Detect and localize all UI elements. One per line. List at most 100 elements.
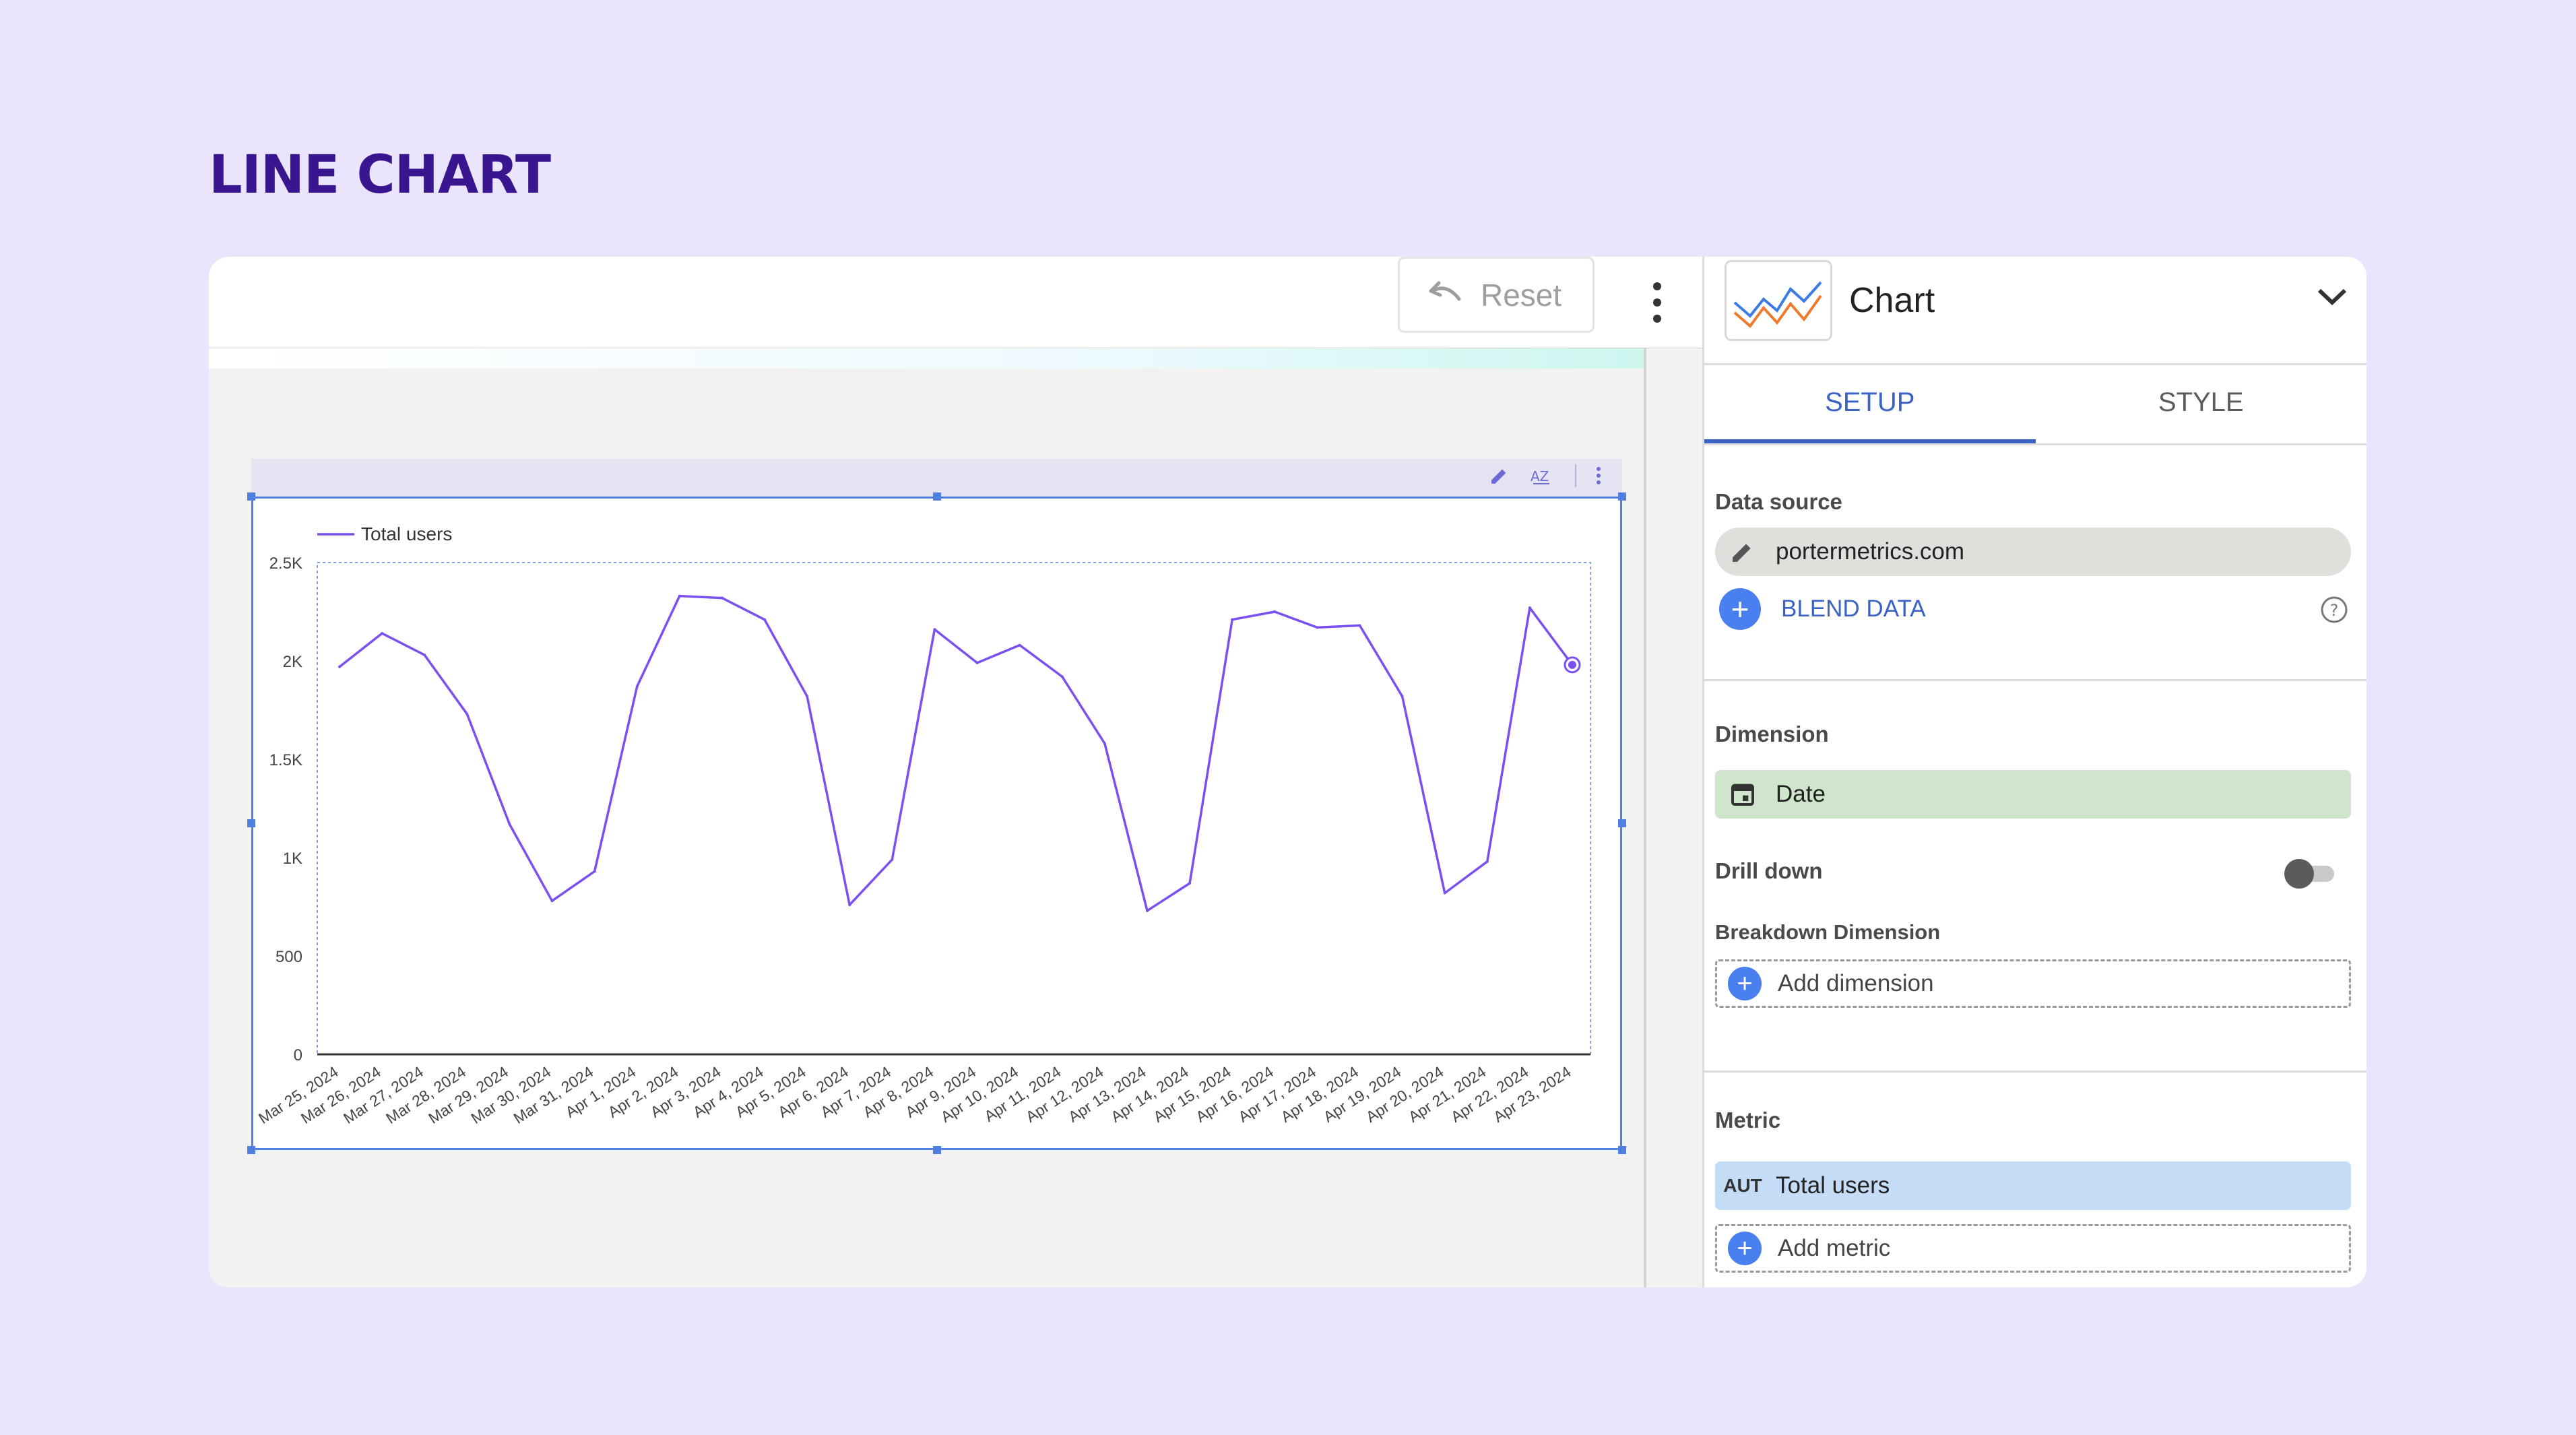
- chart-more-icon[interactable]: [1595, 465, 1602, 486]
- resize-handle[interactable]: [247, 819, 255, 827]
- reset-label: Reset: [1481, 277, 1562, 313]
- dimension-section: Dimension Date Drill down Breakdown Dime…: [1704, 681, 2366, 1073]
- page-title: LINE CHART: [209, 145, 551, 205]
- data-point: [1103, 742, 1106, 745]
- dimension-chip[interactable]: Date: [1715, 770, 2351, 819]
- series-line-total-users: [338, 594, 1574, 912]
- metric-label: Metric: [1715, 1108, 1781, 1133]
- plot-area: [317, 562, 1591, 1055]
- data-point: [1358, 624, 1361, 627]
- resize-handle[interactable]: [1618, 819, 1626, 827]
- metric-section: Metric AUT Total users + Add metric: [1704, 1073, 2366, 1287]
- svg-text:?: ?: [2330, 601, 2339, 620]
- tab-style[interactable]: STYLE: [2036, 365, 2367, 443]
- panel-title: Chart: [1849, 281, 1935, 320]
- data-point: [593, 870, 596, 873]
- data-point: [1485, 860, 1489, 863]
- data-source-label: Data source: [1715, 489, 1842, 514]
- data-point: [1273, 610, 1277, 613]
- data-point: [678, 594, 681, 598]
- data-source-section: Data source portermetrics.com + BLEND DA…: [1704, 445, 2366, 681]
- data-source-chip[interactable]: portermetrics.com: [1715, 528, 2351, 576]
- chart-plot: 05001K1.5K2K2.5KMar 25, 2024Mar 26, 2024…: [255, 523, 1591, 1127]
- y-tick-label: 1K: [283, 850, 302, 868]
- data-point: [381, 632, 384, 635]
- add-dimension-label: Add dimension: [1778, 970, 1934, 996]
- more-options-icon[interactable]: [1630, 276, 1684, 329]
- drill-down-label: Drill down: [1715, 858, 1823, 883]
- reset-button[interactable]: Reset: [1398, 257, 1595, 333]
- resize-handle[interactable]: [1618, 492, 1626, 501]
- data-point: [465, 712, 469, 715]
- resize-handle[interactable]: [247, 1146, 255, 1154]
- blend-data-button[interactable]: + BLEND DATA: [1719, 588, 1926, 630]
- chart-type-thumbnail[interactable]: [1725, 260, 1832, 341]
- data-point: [550, 899, 554, 903]
- resize-handle[interactable]: [247, 492, 255, 501]
- svg-text:AZ: AZ: [1531, 468, 1549, 484]
- y-tick-label: 1.5K: [269, 751, 302, 769]
- line-chart[interactable]: 0 500 1K 1.5K 2K 2.5K Mar 25, 2024 Mar 26, 2024…: [251, 497, 1622, 1150]
- canvas-scroll-gutter: [1644, 348, 1702, 1287]
- add-icon: +: [1728, 967, 1762, 1000]
- metric-chip[interactable]: AUT Total users: [1715, 1161, 2351, 1210]
- panel-header: Chart: [1704, 257, 2366, 365]
- canvas-toolbar: Reset: [209, 257, 1702, 350]
- data-point: [720, 596, 723, 600]
- chevron-down-icon[interactable]: [2315, 284, 2349, 314]
- data-point-highlight-dot: [1568, 660, 1576, 669]
- editor-card: Reset AZ 0 500 1K 1.5K 2K 2.5K Mar 25, 2024 Mar…: [209, 257, 2366, 1287]
- chart-header-bar: AZ: [251, 459, 1622, 497]
- help-icon[interactable]: ?: [2319, 595, 2349, 628]
- calendar-icon: [1715, 770, 1770, 819]
- data-point: [508, 823, 511, 826]
- data-point: [1528, 606, 1531, 610]
- data-point: [1018, 643, 1021, 647]
- properties-panel: Chart SETUP STYLE Data source portermetr…: [1702, 257, 2366, 1287]
- data-point: [1060, 675, 1064, 678]
- add-metric-field[interactable]: + Add metric: [1715, 1224, 2351, 1273]
- undo-icon: [1427, 277, 1463, 313]
- blend-data-label: BLEND DATA: [1781, 596, 1926, 622]
- add-dimension-field[interactable]: + Add dimension: [1715, 959, 2351, 1008]
- data-point: [338, 665, 341, 668]
- legend-label: Total users: [361, 523, 452, 544]
- y-tick-label: 0: [294, 1046, 302, 1064]
- data-point: [848, 903, 851, 907]
- data-point: [1188, 881, 1192, 885]
- y-tick-label: 2.5K: [269, 554, 302, 573]
- add-metric-label: Add metric: [1778, 1235, 1891, 1261]
- resize-handle[interactable]: [933, 1146, 941, 1154]
- data-point: [1443, 891, 1446, 895]
- sort-az-icon[interactable]: AZ: [1529, 465, 1556, 486]
- dimension-label: Dimension: [1715, 722, 1829, 746]
- panel-tabs: SETUP STYLE: [1704, 365, 2366, 445]
- edit-pencil-icon[interactable]: [1489, 465, 1510, 486]
- data-point: [891, 858, 894, 861]
- divider-line: [1575, 464, 1576, 487]
- y-tick-label: 2K: [283, 653, 302, 671]
- resize-handle[interactable]: [1618, 1146, 1626, 1154]
- data-point: [933, 628, 936, 631]
- data-point: [806, 695, 809, 698]
- data-point: [763, 618, 767, 621]
- data-source-name: portermetrics.com: [1776, 538, 1965, 565]
- tab-setup[interactable]: SETUP: [1704, 365, 2036, 443]
- resize-handle[interactable]: [933, 492, 941, 501]
- canvas-accent-strip: [209, 348, 1644, 369]
- data-point: [975, 661, 979, 664]
- data-point: [1316, 626, 1319, 629]
- breakdown-dimension-label: Breakdown Dimension: [1715, 920, 1941, 944]
- pencil-icon: [1715, 528, 1770, 576]
- add-icon: +: [1719, 588, 1761, 630]
- data-point: [635, 684, 639, 688]
- line-chart-icon: [1733, 281, 1822, 328]
- dimension-name: Date: [1776, 781, 1826, 807]
- drill-down-toggle[interactable]: [2284, 856, 2338, 889]
- data-point: [1400, 695, 1404, 698]
- data-point: [1231, 618, 1234, 621]
- add-icon: +: [1728, 1232, 1762, 1265]
- y-tick-label: 500: [276, 948, 302, 966]
- metric-name: Total users: [1776, 1172, 1890, 1199]
- metric-type-badge: AUT: [1723, 1175, 1762, 1196]
